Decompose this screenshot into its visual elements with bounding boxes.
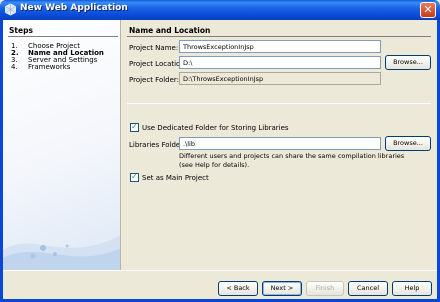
help-line-1: Different users and projects can share t… xyxy=(179,152,405,160)
cancel-button[interactable]: Cancel xyxy=(348,281,388,296)
project-folder-field: D:\ThrowsExceptionInJsp xyxy=(179,72,381,85)
panel-title-divider xyxy=(127,36,431,37)
footer-divider xyxy=(3,270,437,271)
help-line-2: (see Help for details). xyxy=(179,160,250,169)
step-frameworks: 4. Frameworks xyxy=(11,63,70,71)
panel-title: Name and Location xyxy=(129,26,211,35)
dedicated-folder-label[interactable]: Use Dedicated Folder for Storing Librari… xyxy=(142,124,289,132)
libraries-folder-field[interactable]: .\lib xyxy=(179,137,381,150)
next-button[interactable]: Next > xyxy=(262,281,302,296)
decorative-swirl-image xyxy=(3,235,120,270)
back-button[interactable]: < Back xyxy=(218,281,258,296)
libraries-folder-label: Libraries Folder: xyxy=(129,141,186,149)
project-name-field[interactable]: ThrowsExceptionInJsp xyxy=(179,40,381,53)
window-title: New Web Application xyxy=(20,3,128,13)
step-number: 4. xyxy=(11,63,18,71)
project-location-field[interactable]: D:\ xyxy=(179,56,381,69)
steps-divider xyxy=(8,36,118,37)
section-separator xyxy=(127,103,431,104)
dedicated-folder-checkbox[interactable] xyxy=(130,122,139,132)
close-icon: ✕ xyxy=(423,3,433,16)
project-folder-label: Project Folder: xyxy=(129,76,180,84)
project-name-label: Project Name: xyxy=(129,44,179,52)
close-button[interactable]: ✕ xyxy=(420,2,436,18)
libraries-help-text: Different users and projects can share t… xyxy=(179,152,404,169)
steps-panel: Steps 1. Choose Project 2. Name and Locati… xyxy=(3,20,121,270)
steps-heading: Steps xyxy=(9,26,33,35)
finish-button: Finish xyxy=(306,281,344,296)
browse-location-button[interactable]: Browse... xyxy=(385,55,431,70)
help-button[interactable]: Help xyxy=(392,281,432,296)
browse-libraries-button[interactable]: Browse... xyxy=(385,136,431,151)
main-project-label[interactable]: Set as Main Project xyxy=(142,174,209,182)
title-bar: New Web Application ✕ xyxy=(0,0,440,20)
step-label: Frameworks xyxy=(28,63,71,71)
main-project-checkbox[interactable] xyxy=(130,172,139,182)
content-panel: Name and Location Project Name: ThrowsEx… xyxy=(121,20,437,270)
netbeans-app-icon xyxy=(5,3,16,16)
